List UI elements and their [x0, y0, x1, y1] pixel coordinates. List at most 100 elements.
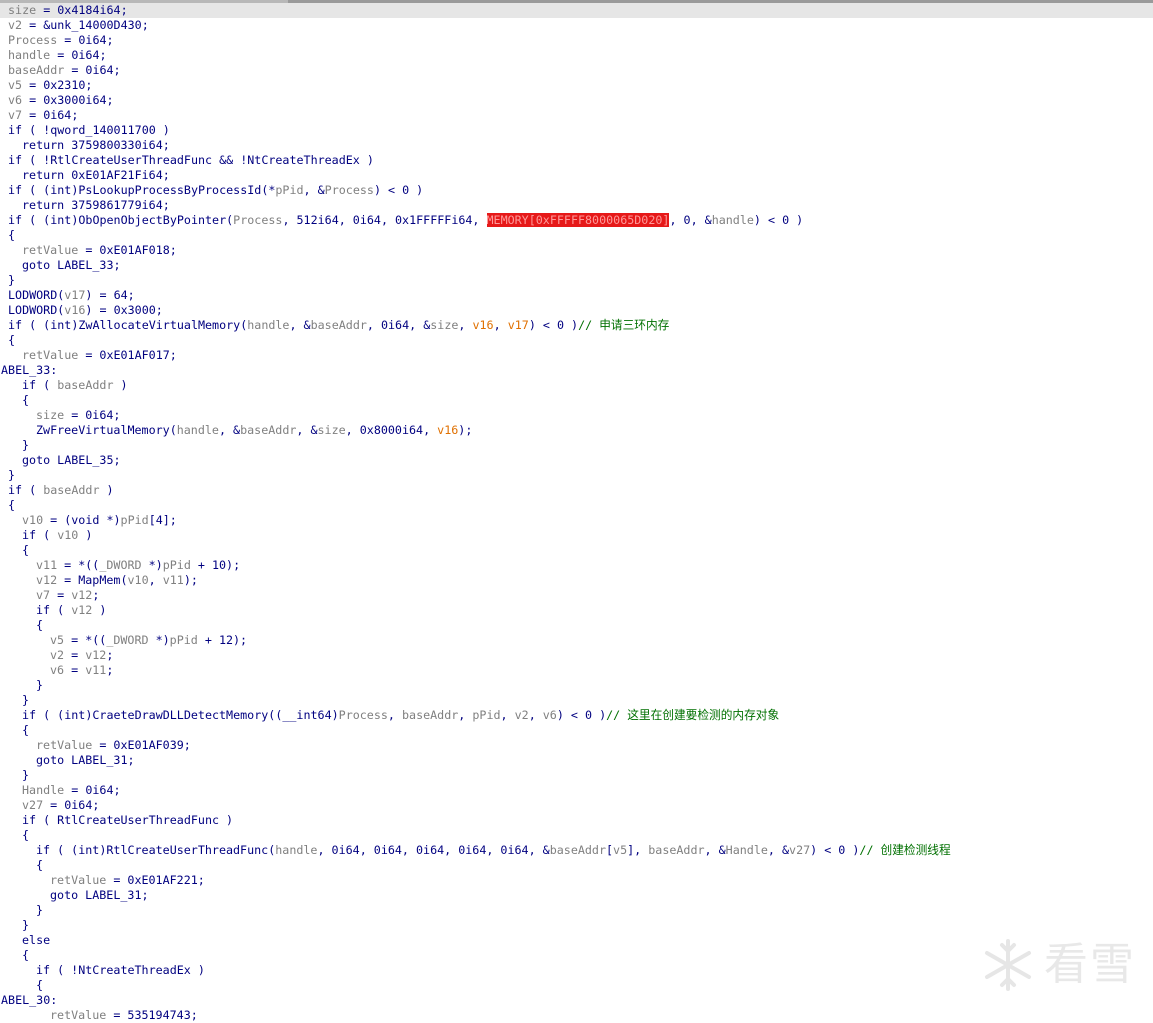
code-token: = 0i64;: [22, 108, 79, 122]
code-token: = 535194743;: [106, 1008, 198, 1022]
code-line[interactable]: if ( (int)ObOpenObjectByPointer(Process,…: [0, 213, 1153, 228]
code-line[interactable]: if ( v10 ): [0, 528, 1153, 543]
highlighted-token: MEMORY[0xFFFFF8000065D020]: [486, 213, 670, 227]
code-token: {: [8, 498, 16, 512]
code-line[interactable]: v10 = (void *)pPid[4];: [0, 513, 1153, 528]
code-line[interactable]: {: [0, 723, 1153, 738]
code-token: *): [148, 633, 170, 647]
code-token: if ( (int)CraeteDrawDLLDetectMemory((__i…: [22, 708, 339, 722]
code-token: baseAddr: [43, 483, 100, 497]
code-line[interactable]: baseAddr = 0i64;: [0, 63, 1153, 78]
code-line[interactable]: if ( !qword_140011700 ): [0, 123, 1153, 138]
code-line[interactable]: size = 0i64;: [0, 408, 1153, 423]
code-token: else: [22, 933, 51, 947]
pseudocode-view[interactable]: size = 0x4184i64; v2 = &unk_14000D430; Pro…: [0, 3, 1153, 1023]
code-line[interactable]: if ( baseAddr ): [0, 378, 1153, 393]
code-token: = (void *): [43, 513, 121, 527]
code-line[interactable]: v2 = v12;: [0, 648, 1153, 663]
code-token: Process: [324, 183, 374, 197]
code-line[interactable]: v7 = v12;: [0, 588, 1153, 603]
code-line[interactable]: v6 = 0x3000i64;: [0, 93, 1153, 108]
code-line[interactable]: v5 = *((_DWORD *)pPid + 12);: [0, 633, 1153, 648]
code-line[interactable]: handle = 0i64;: [0, 48, 1153, 63]
code-line[interactable]: return 3759861779i64;: [0, 198, 1153, 213]
code-line[interactable]: retValue = 535194743;: [0, 1008, 1153, 1023]
code-line[interactable]: retValue = 0xE01AF017;: [0, 348, 1153, 363]
code-line[interactable]: if ( (int)RtlCreateUserThreadFunc(handle…: [0, 843, 1153, 858]
code-line[interactable]: ABEL_33:: [0, 363, 1153, 378]
code-token: retValue: [50, 1008, 107, 1022]
snowflake-icon: [985, 939, 1031, 991]
code-line[interactable]: v12 = MapMem(v10, v11);: [0, 573, 1153, 588]
code-token: ) < 0 ): [528, 318, 579, 332]
code-line[interactable]: retValue = 0xE01AF018;: [0, 243, 1153, 258]
code-line[interactable]: goto LABEL_31;: [0, 888, 1153, 903]
code-line[interactable]: }: [0, 693, 1153, 708]
code-line[interactable]: }: [0, 468, 1153, 483]
code-line[interactable]: return 3759800330i64;: [0, 138, 1153, 153]
code-token: v10: [22, 513, 44, 527]
code-line[interactable]: }: [0, 678, 1153, 693]
code-line[interactable]: v11 = *((_DWORD *)pPid + 10);: [0, 558, 1153, 573]
code-line[interactable]: if ( !RtlCreateUserThreadFunc && !NtCrea…: [0, 153, 1153, 168]
code-token: ): [92, 603, 107, 617]
code-line[interactable]: LODWORD(v16) = 0x3000;: [0, 303, 1153, 318]
code-line[interactable]: Process = 0i64;: [0, 33, 1153, 48]
code-line[interactable]: return 0xE01AF21Fi64;: [0, 168, 1153, 183]
code-line[interactable]: }: [0, 918, 1153, 933]
code-token: retValue: [22, 243, 79, 257]
code-line[interactable]: }: [0, 438, 1153, 453]
code-token: = &unk_14000D430;: [22, 18, 149, 32]
code-line[interactable]: goto LABEL_31;: [0, 753, 1153, 768]
code-line[interactable]: retValue = 0xE01AF039;: [0, 738, 1153, 753]
code-token: =: [64, 648, 86, 662]
code-token: size: [430, 318, 459, 332]
code-line[interactable]: }: [0, 273, 1153, 288]
code-token: LODWORD(: [8, 288, 65, 302]
code-line[interactable]: v27 = 0i64;: [0, 798, 1153, 813]
code-line[interactable]: v7 = 0i64;: [0, 108, 1153, 123]
code-line[interactable]: {: [0, 333, 1153, 348]
code-line[interactable]: if ( RtlCreateUserThreadFunc ): [0, 813, 1153, 828]
code-line[interactable]: goto LABEL_35;: [0, 453, 1153, 468]
code-line[interactable]: v5 = 0x2310;: [0, 78, 1153, 93]
code-line[interactable]: retValue = 0xE01AF221;: [0, 873, 1153, 888]
code-token: }: [36, 678, 44, 692]
code-line[interactable]: if ( baseAddr ): [0, 483, 1153, 498]
code-line[interactable]: Handle = 0i64;: [0, 783, 1153, 798]
code-token: ABEL_33:: [1, 363, 58, 377]
code-line[interactable]: if ( v12 ): [0, 603, 1153, 618]
code-line[interactable]: {: [0, 828, 1153, 843]
code-token: if ( RtlCreateUserThreadFunc ): [22, 813, 234, 827]
code-line[interactable]: goto LABEL_33;: [0, 258, 1153, 273]
code-token: [: [606, 843, 614, 857]
code-token: Process: [233, 213, 283, 227]
code-token: {: [36, 978, 44, 992]
code-token: {: [8, 333, 16, 347]
code-line[interactable]: {: [0, 858, 1153, 873]
code-line[interactable]: size = 0x4184i64;: [0, 3, 1153, 18]
code-line[interactable]: {: [0, 498, 1153, 513]
code-token: v5: [613, 843, 628, 857]
code-token: ) = 0x3000;: [85, 303, 163, 317]
code-token: baseAddr: [549, 843, 606, 857]
code-line[interactable]: v6 = v11;: [0, 663, 1153, 678]
code-line[interactable]: {: [0, 228, 1153, 243]
code-line[interactable]: {: [0, 393, 1153, 408]
code-line[interactable]: }: [0, 903, 1153, 918]
code-line[interactable]: if ( (int)PsLookupProcessByProcessId(*pP…: [0, 183, 1153, 198]
code-token: = *((: [57, 558, 100, 572]
code-token: retValue: [22, 348, 79, 362]
code-line[interactable]: LODWORD(v17) = 64;: [0, 288, 1153, 303]
code-token: baseAddr: [57, 378, 114, 392]
code-token: ) < 0 ): [556, 708, 607, 722]
code-line[interactable]: v2 = &unk_14000D430;: [0, 18, 1153, 33]
code-line[interactable]: ZwFreeVirtualMemory(handle, &baseAddr, &…: [0, 423, 1153, 438]
code-line[interactable]: if ( (int)ZwAllocateVirtualMemory(handle…: [0, 318, 1153, 333]
code-line[interactable]: }: [0, 768, 1153, 783]
code-line[interactable]: {: [0, 543, 1153, 558]
code-token: pPid: [472, 708, 501, 722]
code-line[interactable]: {: [0, 618, 1153, 633]
code-token: pPid: [120, 513, 149, 527]
code-line[interactable]: if ( (int)CraeteDrawDLLDetectMemory((__i…: [0, 708, 1153, 723]
